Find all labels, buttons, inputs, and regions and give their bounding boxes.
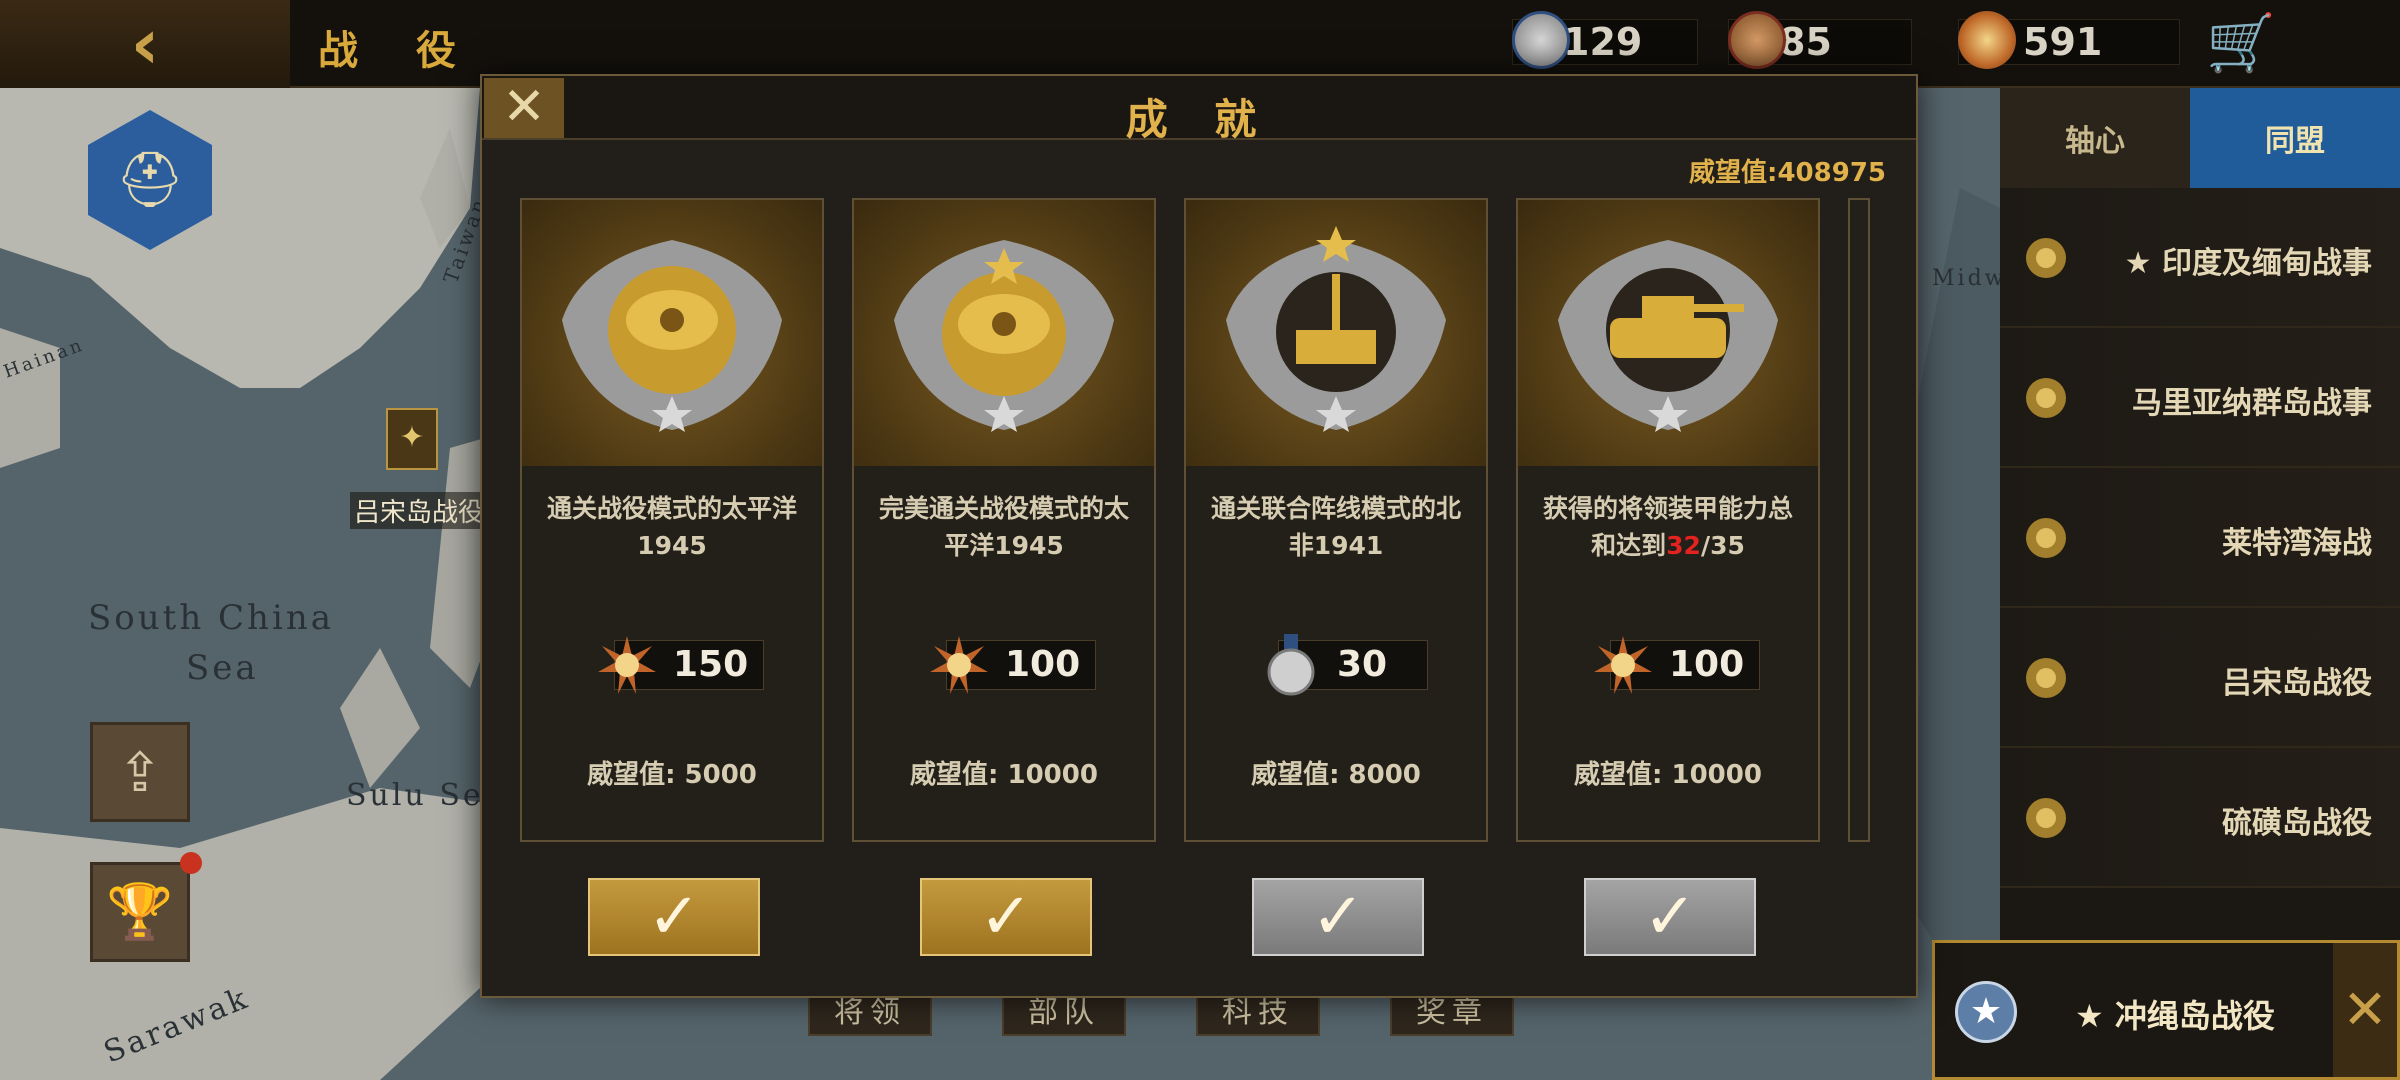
campaign-medal-icon	[2026, 658, 2066, 698]
locked-button[interactable]: ✓	[1252, 878, 1424, 956]
selected-campaign-name: ★ 冲绳岛战役	[2075, 997, 2275, 1035]
bronze-medal-count: 85	[1779, 20, 1832, 64]
check-icon: ✓	[1311, 880, 1365, 954]
map-label-south-china: South China	[88, 598, 334, 638]
back-button[interactable]: ‹	[0, 0, 290, 88]
campaign-item[interactable]: 莱特湾海战	[2000, 468, 2400, 608]
allied-star-icon: ★	[1955, 981, 2017, 1043]
dialog-header: ✕ 成 就	[482, 76, 1916, 144]
silver-medal-icon	[1512, 11, 1570, 69]
tab-allied[interactable]: 同盟	[2190, 88, 2400, 188]
prestige-total-value: 408975	[1777, 158, 1886, 188]
claimed-button[interactable]: ✓	[588, 878, 760, 956]
achievement-desc: 通关战役模式的太平洋1945	[546, 494, 797, 560]
achievement-card: 完美通关战役模式的太平洋1945 100 威望值: 10000	[852, 198, 1156, 842]
campaign-name: 硫磺岛战役	[2222, 806, 2372, 841]
achievement-card: 获得的将领装甲能力总和达到32/35 100 威望值: 10000	[1516, 198, 1820, 842]
achievement-badge-pilot-stars	[854, 200, 1154, 466]
achievement-desc: 完美通关战役模式的太平洋1945	[878, 494, 1129, 560]
notification-dot	[180, 852, 202, 874]
achievement-prestige: 威望值: 10000	[1574, 760, 1762, 790]
achievement-badge-pilot	[522, 200, 822, 466]
map-pin-luzon[interactable]: ✦	[386, 408, 438, 470]
achievements-dialog: ✕ 成 就 威望值:408975 通关战役模式的太平洋1945 150 威望值:…	[480, 74, 1918, 998]
campaign-item[interactable]: ★ 印度及缅甸战事	[2000, 188, 2400, 328]
trophy-icon: 🏆	[106, 880, 174, 943]
campaign-name: 马里亚纳群岛战事	[2132, 386, 2372, 421]
achievement-badge-artillery	[1186, 200, 1486, 466]
silver-medal-count: 129	[1563, 20, 1643, 64]
campaign-item[interactable]: 马里亚纳群岛战事	[2000, 328, 2400, 468]
campaign-name: 莱特湾海战	[2222, 526, 2372, 561]
achievement-card: 通关联合阵线模式的北非1941 30 威望值: 8000	[1184, 198, 1488, 842]
check-icon: ✓	[647, 880, 701, 954]
check-icon: ✓	[979, 880, 1033, 954]
dialog-title: 成 就	[1125, 95, 1273, 144]
achievement-card-partial	[1848, 198, 1870, 842]
achievement-prestige: 威望值: 8000	[1251, 760, 1421, 790]
bronze-medal-counter: 85	[1728, 11, 1912, 69]
silver-medal-icon	[1267, 634, 1315, 696]
chevron-left-icon: ‹	[130, 3, 160, 85]
prestige-total: 威望值:408975	[1689, 152, 1886, 189]
honor-icon	[1958, 11, 2016, 69]
shop-button[interactable]: 🛒	[2205, 10, 2277, 76]
selected-campaign[interactable]: ★ ★ 冲绳岛战役 ✕	[1932, 940, 2400, 1080]
claimed-button[interactable]: ✓	[920, 878, 1092, 956]
campaign-medal-icon	[2026, 378, 2066, 418]
achievement-prestige: 威望值: 5000	[587, 760, 757, 790]
campaign-medal-icon	[2026, 238, 2066, 278]
prestige-label: 威望值:	[1689, 158, 1778, 188]
honor-icon	[598, 636, 656, 694]
honor-icon	[930, 636, 988, 694]
achievement-card: 通关战役模式的太平洋1945 150 威望值: 5000	[520, 198, 824, 842]
locked-button[interactable]: ✓	[1584, 878, 1756, 956]
cart-icon: 🛒	[2206, 11, 2276, 76]
honor-counter: 591	[1958, 11, 2180, 69]
map-label-sea: Sea	[186, 648, 259, 688]
achievement-desc: 通关联合阵线模式的北非1941	[1210, 494, 1461, 560]
officer-cap-icon: ⛑	[115, 148, 185, 211]
crossed-rifles-icon: ✕	[2333, 943, 2397, 1077]
silver-medal-counter: 129	[1512, 11, 1698, 69]
achievement-badge-tank	[1518, 200, 1818, 466]
map-pin-label: 吕宋岛战役	[350, 492, 489, 529]
share-button[interactable]: ⇪	[90, 722, 190, 822]
faction-tabs: 轴心 同盟	[2000, 88, 2400, 188]
tab-axis[interactable]: 轴心	[2000, 88, 2190, 188]
page-title: 战 役	[318, 28, 478, 74]
bronze-medal-icon	[1728, 11, 1786, 69]
progress-current: 32	[1666, 531, 1701, 560]
medal-icon: ✦	[399, 420, 425, 455]
campaign-item[interactable]: 硫磺岛战役	[2000, 748, 2400, 888]
honor-count: 591	[2023, 20, 2103, 64]
progress-total: /35	[1700, 531, 1745, 560]
campaign-medal-icon	[2026, 518, 2066, 558]
map-label-midway: Midw	[1932, 266, 2007, 291]
share-icon: ⇪	[117, 740, 163, 804]
achievement-desc: 获得的将领装甲能力总和达到32/35	[1534, 490, 1802, 564]
campaign-medal-icon	[2026, 798, 2066, 838]
honor-icon	[1594, 636, 1652, 694]
campaign-list: ★ 印度及缅甸战事 马里亚纳群岛战事 莱特湾海战 吕宋岛战役 硫磺岛战役	[2000, 188, 2400, 888]
achievement-prestige: 威望值: 10000	[910, 760, 1098, 790]
achievements-button[interactable]: 🏆	[90, 862, 190, 962]
campaign-item[interactable]: 吕宋岛战役	[2000, 608, 2400, 748]
check-icon: ✓	[1643, 880, 1697, 954]
campaign-panel: 轴心 同盟 ★ 印度及缅甸战事 马里亚纳群岛战事 莱特湾海战 吕宋岛战役 硫磺岛…	[2000, 88, 2400, 1080]
campaign-name: 吕宋岛战役	[2222, 666, 2372, 701]
achievement-cards[interactable]: 通关战役模式的太平洋1945 150 威望值: 5000 完美通关战役模式的太平…	[520, 198, 1885, 844]
campaign-name: ★ 印度及缅甸战事	[2124, 246, 2372, 281]
